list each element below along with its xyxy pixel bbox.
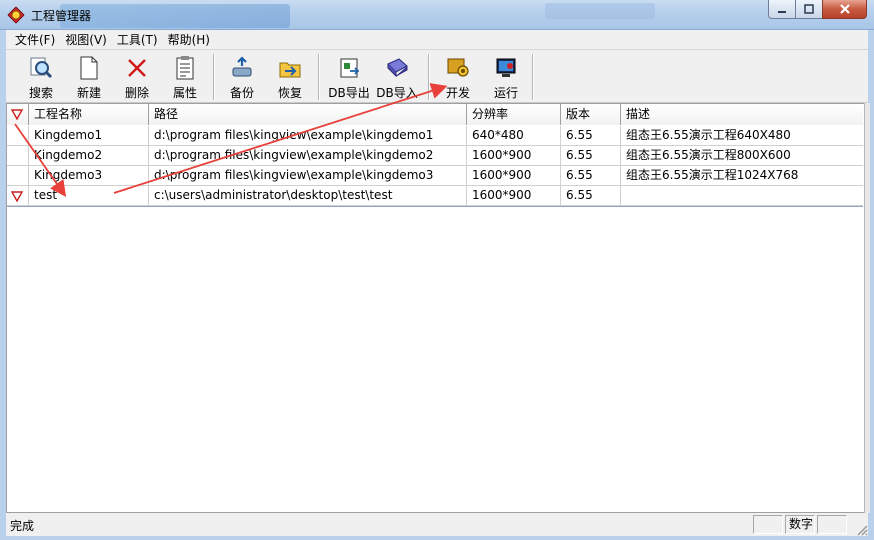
new-file-icon bbox=[80, 56, 98, 80]
run-button[interactable]: 运行 bbox=[488, 53, 524, 101]
table-row[interactable]: Kingdemo2 d:\program files\kingview\examp… bbox=[7, 146, 863, 166]
list-row-end bbox=[7, 206, 863, 207]
properties-button[interactable]: 属性 bbox=[168, 53, 202, 101]
cell-version: 6.55 bbox=[561, 186, 621, 206]
project-list[interactable]: 工程名称 路径 分辨率 版本 描述 Kingdemo1 d:\program fi… bbox=[6, 103, 864, 513]
db-export-button[interactable]: DB导出 bbox=[328, 53, 370, 101]
cell-version: 6.55 bbox=[561, 166, 621, 186]
cell-resolution: 1600*900 bbox=[467, 146, 561, 166]
list-header: 工程名称 路径 分辨率 版本 描述 bbox=[7, 104, 863, 125]
run-label: 运行 bbox=[493, 86, 518, 100]
maximize-button[interactable] bbox=[795, 0, 822, 19]
toolbar-separator bbox=[428, 54, 430, 100]
delete-icon bbox=[128, 59, 146, 77]
header-resolution[interactable]: 分辨率 bbox=[467, 104, 561, 125]
cell-desc: 组态王6.55演示工程800X600 bbox=[621, 146, 863, 166]
backup-icon bbox=[232, 56, 252, 77]
delete-button[interactable]: 删除 bbox=[120, 53, 154, 101]
restore-label: 恢复 bbox=[277, 86, 302, 100]
window-frame bbox=[0, 536, 874, 540]
cell-version: 6.55 bbox=[561, 146, 621, 166]
status-bar: 完成 数字 bbox=[6, 514, 868, 536]
close-button[interactable] bbox=[822, 0, 867, 19]
window-title: 工程管理器 bbox=[31, 9, 92, 23]
toolbar: 搜索 新建 删除 属性 备份 恢复 DB导出 DB导入 开发 运行 bbox=[6, 51, 868, 103]
flag-icon bbox=[11, 109, 23, 120]
row-flag-cell bbox=[7, 166, 29, 186]
status-pane bbox=[817, 515, 847, 534]
menu-help[interactable]: 帮助(H) bbox=[163, 30, 215, 50]
row-flag-cell bbox=[7, 186, 29, 206]
cell-version: 6.55 bbox=[561, 126, 621, 146]
app-icon bbox=[7, 6, 25, 24]
row-flag-cell bbox=[7, 146, 29, 166]
cell-desc: 组态王6.55演示工程1024X768 bbox=[621, 166, 863, 186]
numlock-indicator: 数字 bbox=[785, 515, 815, 534]
background-blur bbox=[60, 4, 290, 28]
develop-label: 开发 bbox=[445, 86, 470, 100]
close-icon bbox=[839, 4, 850, 14]
cell-desc bbox=[621, 186, 863, 206]
toolbar-separator bbox=[318, 54, 320, 100]
new-label: 新建 bbox=[76, 86, 101, 100]
table-row[interactable]: Kingdemo3 d:\program files\kingview\examp… bbox=[7, 166, 863, 186]
header-flag-column[interactable] bbox=[7, 104, 29, 125]
backup-button[interactable]: 备份 bbox=[225, 53, 259, 101]
backup-label: 备份 bbox=[229, 86, 254, 100]
cell-path: c:\users\administrator\desktop\test\test bbox=[149, 186, 467, 206]
cell-name: Kingdemo2 bbox=[29, 146, 149, 166]
minimize-button[interactable] bbox=[768, 0, 795, 19]
cell-path: d:\program files\kingview\example\kingde… bbox=[149, 166, 467, 186]
cell-resolution: 1600*900 bbox=[467, 186, 561, 206]
restore-button[interactable]: 恢复 bbox=[273, 53, 307, 101]
db-import-icon bbox=[387, 58, 408, 78]
header-version[interactable]: 版本 bbox=[561, 104, 621, 125]
properties-icon bbox=[176, 56, 194, 80]
properties-label: 属性 bbox=[172, 86, 197, 100]
develop-icon bbox=[447, 58, 469, 77]
flag-icon bbox=[11, 191, 23, 202]
cell-resolution: 1600*900 bbox=[467, 166, 561, 186]
table-row[interactable]: Kingdemo1 d:\program files\kingview\examp… bbox=[7, 126, 863, 146]
cell-name: test bbox=[29, 186, 149, 206]
toolbar-separator bbox=[213, 54, 215, 100]
db-import-label: DB导入 bbox=[376, 86, 418, 100]
search-icon bbox=[30, 57, 53, 79]
header-name[interactable]: 工程名称 bbox=[29, 104, 149, 125]
menu-view[interactable]: 视图(V) bbox=[60, 30, 112, 50]
cell-name: Kingdemo1 bbox=[29, 126, 149, 146]
cell-resolution: 640*480 bbox=[467, 126, 561, 146]
row-flag-cell bbox=[7, 126, 29, 146]
cell-desc: 组态王6.55演示工程640X480 bbox=[621, 126, 863, 146]
minimize-icon bbox=[778, 11, 786, 13]
develop-button[interactable]: 开发 bbox=[440, 53, 476, 101]
menu-bar: 文件(F) 视图(V) 工具(T) 帮助(H) bbox=[6, 30, 868, 50]
cell-path: d:\program files\kingview\example\kingde… bbox=[149, 146, 467, 166]
run-icon bbox=[496, 58, 516, 77]
db-export-label: DB导出 bbox=[328, 86, 370, 100]
title-bar: 工程管理器 bbox=[0, 0, 874, 30]
background-blur bbox=[545, 3, 655, 19]
cell-name: Kingdemo3 bbox=[29, 166, 149, 186]
status-pane bbox=[753, 515, 783, 534]
search-label: 搜索 bbox=[28, 86, 53, 100]
header-path[interactable]: 路径 bbox=[149, 104, 467, 125]
db-export-icon bbox=[340, 58, 360, 78]
cell-path: d:\program files\kingview\example\kingde… bbox=[149, 126, 467, 146]
table-row[interactable]: test c:\users\administrator\desktop\test\… bbox=[7, 186, 863, 206]
menu-tools[interactable]: 工具(T) bbox=[112, 30, 163, 50]
db-import-button[interactable]: DB导入 bbox=[376, 53, 418, 101]
restore-icon bbox=[279, 62, 301, 78]
new-button[interactable]: 新建 bbox=[72, 53, 106, 101]
resize-grip-icon[interactable] bbox=[854, 522, 868, 536]
header-description[interactable]: 描述 bbox=[621, 104, 863, 125]
list-edge bbox=[864, 103, 870, 513]
maximize-icon bbox=[804, 4, 814, 14]
delete-label: 删除 bbox=[124, 86, 149, 100]
search-button[interactable]: 搜索 bbox=[24, 53, 58, 101]
status-text: 完成 bbox=[10, 519, 35, 533]
menu-file[interactable]: 文件(F) bbox=[10, 30, 60, 50]
toolbar-separator bbox=[532, 54, 534, 100]
